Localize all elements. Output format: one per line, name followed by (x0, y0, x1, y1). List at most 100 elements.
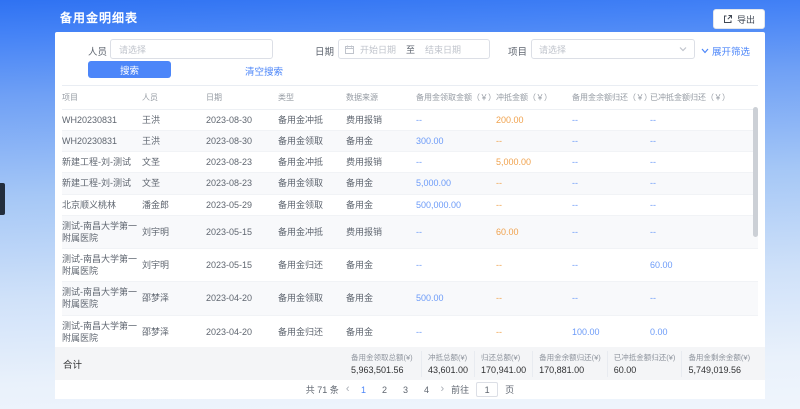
summary-metric: 备用金剩余金额(¥)5,749,019.56 (681, 351, 756, 377)
person-select[interactable]: 请选择 (110, 39, 273, 59)
column-header: 类型 (278, 86, 346, 110)
prev-page-icon[interactable]: ‹ (346, 384, 350, 395)
column-header: 备用金余额归还（￥） (572, 86, 650, 110)
page-button-2[interactable]: 2 (377, 385, 391, 395)
vertical-scrollbar[interactable] (753, 107, 758, 237)
cell-offset-return: -- (650, 110, 758, 131)
cell-offset: -- (496, 282, 572, 315)
cell-project: 测试-南昌大学第一附属医院 (62, 248, 142, 281)
metric-value: 60.00 (614, 365, 676, 375)
expand-filters-label: 展开筛选 (712, 44, 750, 58)
cell-date: 2023-08-23 (206, 173, 278, 194)
cell-source: 备用金 (346, 315, 416, 347)
date-range-input[interactable]: 开始日期 至 结束日期 (338, 39, 490, 59)
clear-search-link[interactable]: 清空搜索 (245, 64, 283, 78)
data-table-area: 项目人员日期类型数据来源备用金领取金额（￥）冲抵金额（￥）备用金余额归还（￥）已… (62, 85, 758, 347)
cell-source: 备用金 (346, 131, 416, 152)
metric-label: 归还总额(¥) (481, 352, 526, 363)
goto-suffix-label: 页 (505, 383, 514, 396)
date-filter-label: 日期 (315, 44, 334, 58)
metric-label: 备用金领取总额(¥) (351, 352, 415, 363)
cell-type: 备用金领取 (278, 282, 346, 315)
cell-project: 新建工程-刘-测试 (62, 152, 142, 173)
cell-balance-return: -- (572, 248, 650, 281)
cell-offset-return: -- (650, 152, 758, 173)
date-end-placeholder: 结束日期 (425, 43, 461, 56)
page-button-1[interactable]: 1 (356, 385, 370, 395)
cell-project: WH20230831 (62, 131, 142, 152)
metric-label: 备用金余额归还(¥) (539, 352, 601, 363)
cell-offset: -- (496, 173, 572, 194)
cell-project: WH20230831 (62, 110, 142, 131)
table-row: WH20230831王洪2023-08-30备用金领取备用金300.00----… (62, 131, 758, 152)
summary-metric: 归还总额(¥)170,941.00 (474, 351, 532, 377)
summary-row: 合计 备用金领取总额(¥)5,963,501.56冲抵总额(¥)43,601.0… (55, 347, 765, 380)
pagination-bar: 共 71 条 ‹ 1234 › 前往 页 (55, 380, 765, 399)
table-row: 新建工程-刘-测试文圣2023-08-23备用金冲抵费用报销--5,000.00… (62, 152, 758, 173)
summary-metrics: 备用金领取总额(¥) 5,963,501.56 冲抵总额(¥) 43,601.00 归还… (345, 347, 756, 380)
person-filter-label: 人员 (88, 44, 107, 58)
cell-person: 邵梦泽 (142, 282, 206, 315)
cell-balance-return: 100.00 (572, 315, 650, 347)
goto-page-input[interactable] (476, 382, 498, 397)
column-header: 日期 (206, 86, 278, 110)
cell-type: 备用金冲抵 (278, 215, 346, 248)
cell-project: 北京顺义桃林 (62, 194, 142, 215)
page-buttons: 1234 (356, 385, 433, 395)
cell-offset-return: -- (650, 173, 758, 194)
cell-person: 文圣 (142, 173, 206, 194)
table-header-row: 项目人员日期类型数据来源备用金领取金额（￥）冲抵金额（￥）备用金余额归还（￥）已… (62, 86, 758, 110)
cell-received: -- (416, 248, 496, 281)
page-button-3[interactable]: 3 (398, 385, 412, 395)
summary-metric: 备用金领取总额(¥) 5,963,501.56 (345, 351, 421, 377)
cell-date: 2023-05-15 (206, 248, 278, 281)
metric-label: 备用金剩余金额(¥) (688, 352, 750, 363)
metric-value: 43,601.00 (428, 365, 468, 375)
project-filter-label: 项目 (508, 44, 527, 58)
cell-received: -- (416, 215, 496, 248)
next-page-icon[interactable]: › (440, 384, 444, 395)
cell-person: 潘金郎 (142, 194, 206, 215)
cell-source: 备用金 (346, 194, 416, 215)
cell-type: 备用金归还 (278, 248, 346, 281)
chevron-down-icon (679, 46, 687, 52)
summary-metric: 备用金余额归还(¥)170,881.00 (532, 351, 607, 377)
cell-project: 测试-南昌大学第一附属医院 (62, 215, 142, 248)
column-header: 项目 (62, 86, 142, 110)
project-select-placeholder: 请选择 (539, 43, 566, 56)
cell-type: 备用金归还 (278, 315, 346, 347)
column-header: 人员 (142, 86, 206, 110)
column-header: 备用金领取金额（￥） (416, 86, 496, 110)
content-card: 人员 请选择 日期 开始日期 至 结束日期 项目 请选择 展开筛选 搜索 (55, 32, 765, 399)
table-row: 测试-南昌大学第一附属医院刘宇明2023-05-15备用金冲抵费用报销--60.… (62, 215, 758, 248)
expand-chevron-icon (701, 48, 709, 54)
cell-balance-return: -- (572, 194, 650, 215)
cell-type: 备用金冲抵 (278, 152, 346, 173)
metric-value: 5,963,501.56 (351, 365, 415, 375)
drawer-handle[interactable] (0, 183, 5, 215)
cell-person: 王洪 (142, 110, 206, 131)
person-select-placeholder: 请选择 (119, 43, 146, 56)
table-row: 新建工程-刘-测试文圣2023-08-23备用金领取备用金5,000.00---… (62, 173, 758, 194)
cell-balance-return: -- (572, 152, 650, 173)
cell-balance-return: -- (572, 173, 650, 194)
search-button[interactable]: 搜索 (88, 61, 171, 78)
cell-project: 新建工程-刘-测试 (62, 173, 142, 194)
page-button-4[interactable]: 4 (419, 385, 433, 395)
cell-date: 2023-08-30 (206, 131, 278, 152)
cell-received: 500.00 (416, 282, 496, 315)
cell-date: 2023-04-20 (206, 315, 278, 347)
cell-offset: 200.00 (496, 110, 572, 131)
export-button[interactable]: 导出 (713, 9, 765, 29)
cell-offset-return: 60.00 (650, 248, 758, 281)
cell-offset: 60.00 (496, 215, 572, 248)
table-row: 北京顺义桃林潘金郎2023-05-29备用金领取备用金500,000.00---… (62, 194, 758, 215)
cell-date: 2023-05-29 (206, 194, 278, 215)
cell-offset-return: -- (650, 282, 758, 315)
cell-source: 费用报销 (346, 110, 416, 131)
metric-label: 冲抵总额(¥) (428, 352, 468, 363)
expand-filters-link[interactable]: 展开筛选 (701, 44, 750, 58)
cell-source: 费用报销 (346, 152, 416, 173)
project-select[interactable]: 请选择 (531, 39, 695, 59)
cell-person: 王洪 (142, 131, 206, 152)
